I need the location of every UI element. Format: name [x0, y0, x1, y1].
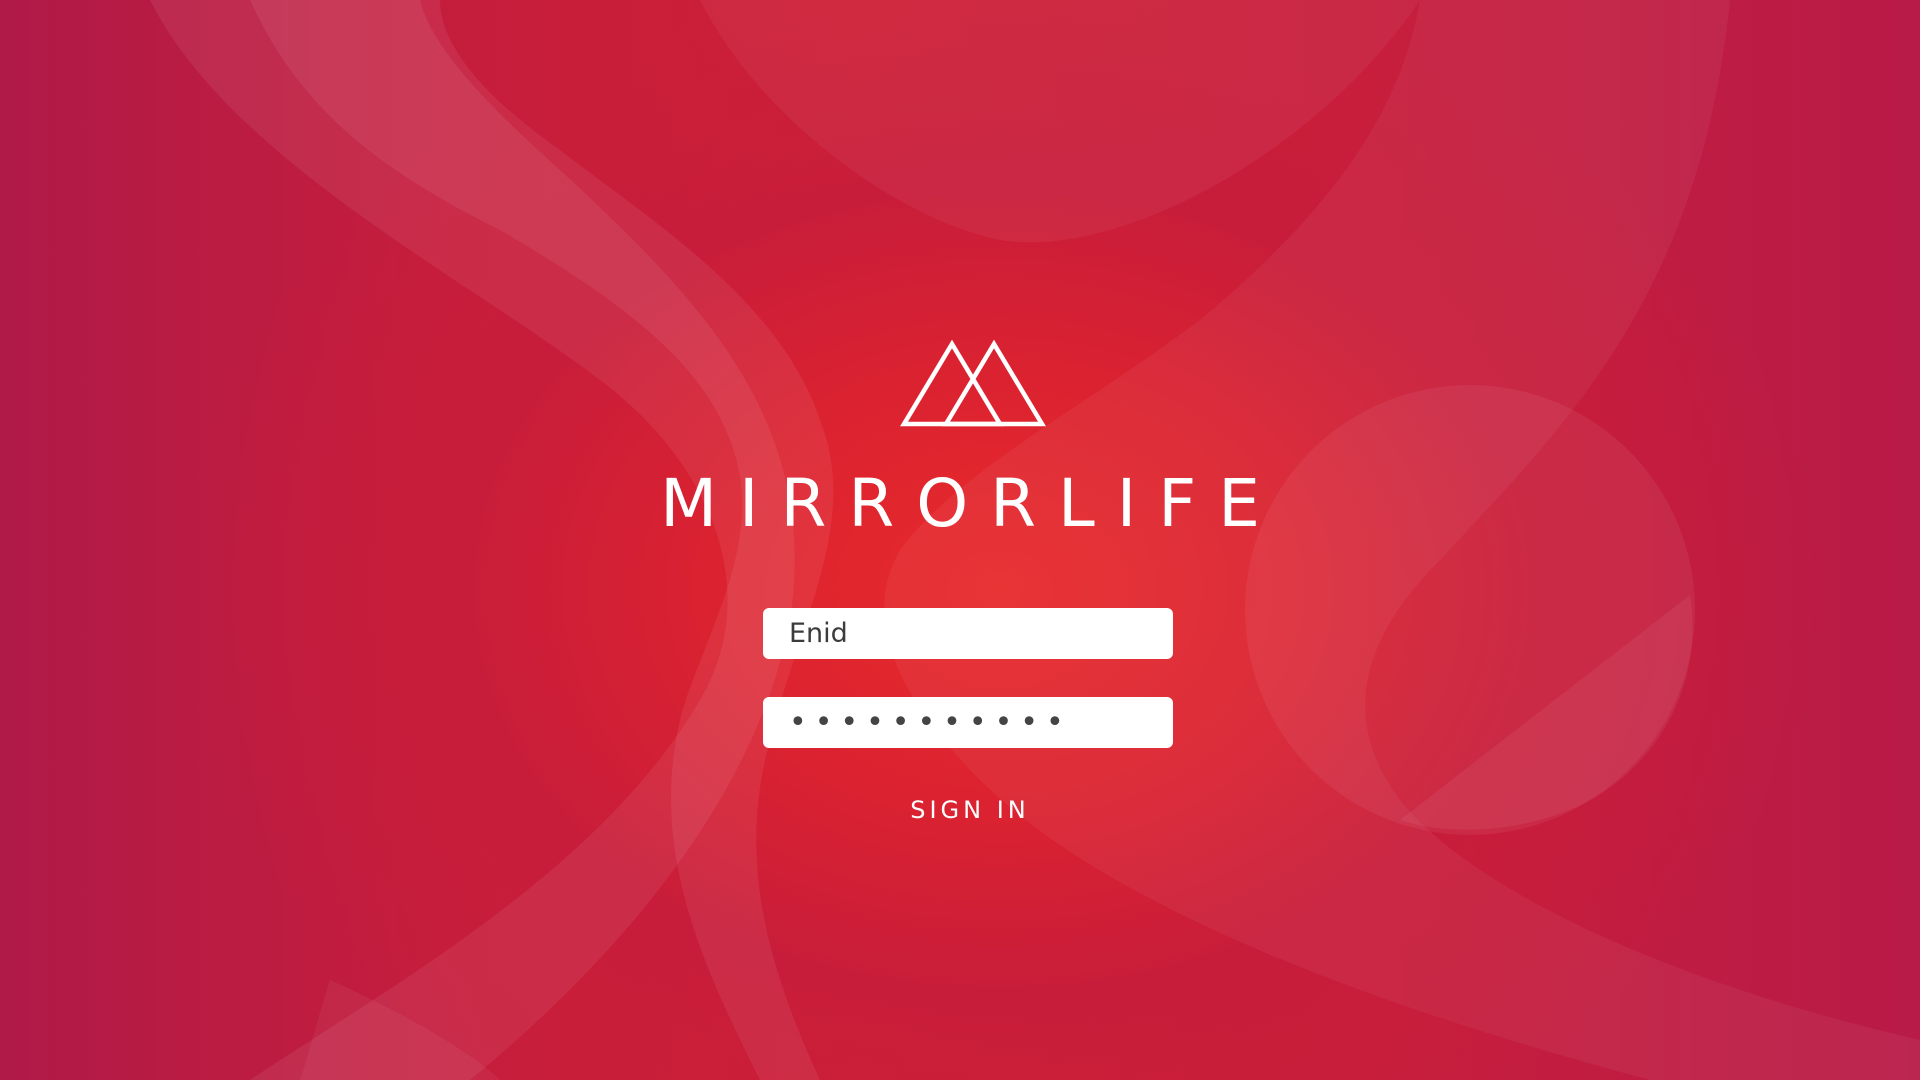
username-field[interactable]: Enid — [763, 608, 1173, 659]
username-value: Enid — [789, 618, 848, 649]
sign-in-button[interactable]: SIGN IN — [860, 790, 1080, 830]
password-field[interactable]: ••••••••••• — [763, 697, 1173, 748]
brand-title: MIRRORLIFE — [660, 465, 1282, 542]
mountain-peaks-icon — [900, 339, 1046, 427]
password-value: ••••••••••• — [789, 705, 1072, 740]
